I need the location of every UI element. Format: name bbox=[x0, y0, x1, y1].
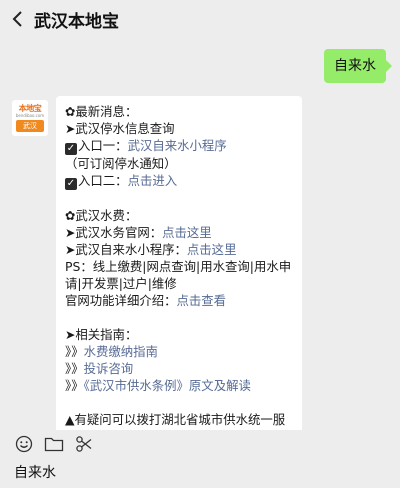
link-miniprogram[interactable]: 点击这里 bbox=[187, 242, 237, 257]
text-line: ➤相关指南： bbox=[65, 327, 138, 342]
chat-area: 自来水 本地宝 bendibao.com 武汉 ✿最新消息： ➤武汉停水信息查询… bbox=[0, 38, 400, 430]
message-input[interactable]: 自来水 bbox=[0, 458, 400, 488]
list-item: 》》投诉咨询 bbox=[65, 360, 294, 377]
avatar-sub: bendibao.com bbox=[15, 113, 45, 118]
link-prefix: ➤武汉水务官网： bbox=[65, 225, 163, 240]
link-prefix: 官网功能详细介绍： bbox=[65, 293, 177, 308]
list-item: ➤武汉自来水小程序：点击这里 bbox=[65, 241, 294, 258]
link-prefix: ➤武汉自来水小程序： bbox=[65, 242, 187, 257]
sent-message: 自来水 bbox=[324, 49, 392, 83]
list-item: ✓ 入口二：点击进入 bbox=[65, 172, 294, 190]
chat-title: 武汉本地宝 bbox=[34, 11, 119, 32]
link-prefix: 》》 bbox=[65, 361, 84, 376]
list-item: ➤武汉水务官网：点击这里 bbox=[65, 224, 294, 241]
link-regulations[interactable]: 《武汉市供水条例》原文及解读 bbox=[84, 378, 251, 393]
text-line: （可订阅停水通知） bbox=[65, 156, 177, 171]
emoji-icon[interactable] bbox=[10, 432, 38, 456]
list-item: 官网功能详细介绍：点击查看 bbox=[65, 292, 294, 309]
list-item: 》》《武汉市供水条例》原文及解读 bbox=[65, 377, 294, 394]
chevron-left-icon[interactable] bbox=[2, 0, 32, 38]
link-official-site[interactable]: 点击这里 bbox=[162, 225, 212, 240]
text-line: ➤武汉停水信息查询 bbox=[65, 121, 175, 136]
link-prefix: 入口二： bbox=[78, 173, 128, 188]
link-fee-guide[interactable]: 水费缴纳指南 bbox=[84, 344, 158, 359]
text-line: PS：线上缴费|网点查询|用水查询|用水申请|开发票|过户|维修 bbox=[65, 259, 292, 291]
link-prefix: 》》 bbox=[65, 344, 84, 359]
folder-icon[interactable] bbox=[40, 432, 68, 456]
checkbox-icon: ✓ bbox=[65, 143, 77, 155]
list-item: ✓ 入口一：武汉自来水小程序 bbox=[65, 137, 294, 155]
avatar[interactable]: 本地宝 bendibao.com 武汉 bbox=[12, 100, 48, 136]
link-enter[interactable]: 点击进入 bbox=[128, 173, 178, 188]
text-line: ▲有疑问可以拨打湖北省城市供水统一服 bbox=[65, 412, 286, 427]
text-line: ✿最新消息： bbox=[65, 104, 138, 119]
link-water-miniprogram[interactable]: 武汉自来水小程序 bbox=[128, 138, 227, 153]
list-item: 》》水费缴纳指南 bbox=[65, 343, 294, 360]
link-view-details[interactable]: 点击查看 bbox=[177, 293, 227, 308]
scissors-icon[interactable] bbox=[70, 432, 98, 456]
avatar-badge: 武汉 bbox=[16, 120, 44, 132]
avatar-brand: 本地宝 bbox=[18, 104, 42, 113]
text-line: ✿武汉水费： bbox=[65, 208, 138, 223]
chat-header: 武汉本地宝 bbox=[0, 0, 400, 38]
link-prefix: 》》 bbox=[65, 378, 84, 393]
checkbox-icon: ✓ bbox=[65, 178, 77, 190]
input-toolbar bbox=[0, 430, 400, 458]
link-prefix: 入口一： bbox=[78, 138, 128, 153]
reply-message: ✿最新消息： ➤武汉停水信息查询 ✓ 入口一：武汉自来水小程序 （可订阅停水通知）… bbox=[56, 96, 302, 430]
link-complaint[interactable]: 投诉咨询 bbox=[84, 361, 134, 376]
